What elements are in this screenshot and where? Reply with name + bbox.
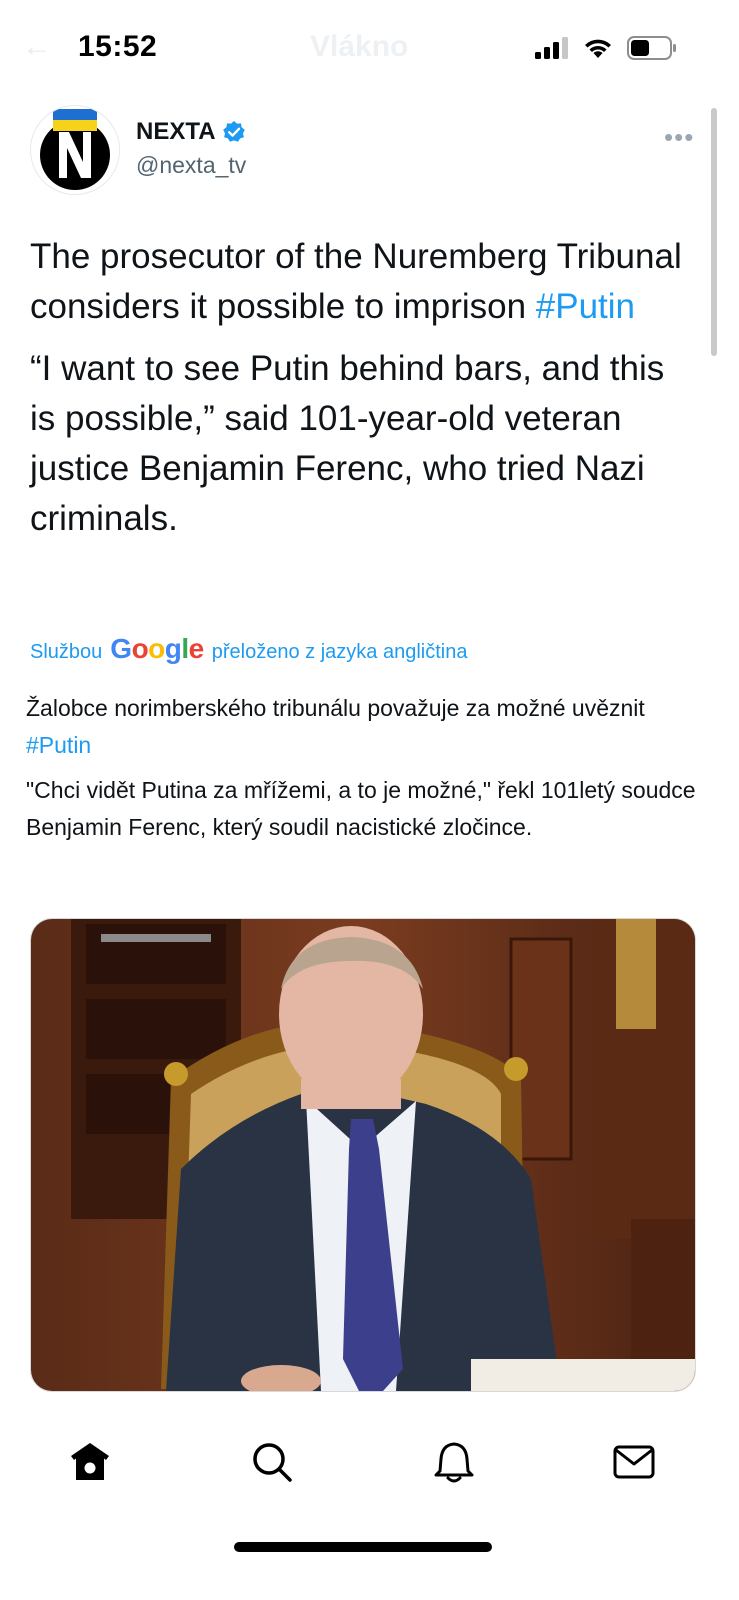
avatar[interactable] (30, 105, 120, 195)
google-logo: Google (110, 633, 204, 664)
verified-badge-icon (222, 121, 245, 142)
photo-image (31, 919, 695, 1391)
translated-paragraph-1: Žalobce norimberského tribunálu považuje… (26, 690, 706, 764)
tweet-text: The prosecutor of the Nuremberg Tribunal… (30, 232, 690, 544)
status-time: 15:52 (78, 30, 158, 63)
notifications-icon (434, 1442, 474, 1483)
search-icon (253, 1443, 292, 1482)
translated-paragraph-1-text: Žalobce norimberského tribunálu považuje… (26, 695, 645, 721)
translation-prefix: Službou (30, 641, 103, 663)
scrollbar[interactable] (711, 108, 717, 356)
thread-title: Vlákno (310, 30, 409, 63)
author-name-text[interactable]: NEXTA (136, 118, 216, 146)
translated-text: Žalobce norimberského tribunálu považuje… (26, 690, 706, 846)
bottom-tab-bar (0, 1410, 739, 1510)
battery-icon (627, 36, 676, 60)
wifi-icon (585, 39, 611, 58)
more-options-icon[interactable]: ••• (664, 122, 694, 153)
tab-notifications[interactable] (432, 1440, 476, 1484)
translated-hashtag-link[interactable]: #Putin (26, 732, 91, 758)
cellular-signal-icon (535, 37, 568, 59)
translation-attribution[interactable]: Službou Google přeloženo z jazyka anglič… (30, 633, 467, 665)
hashtag-link[interactable]: #Putin (536, 287, 635, 326)
tab-messages[interactable] (612, 1440, 656, 1484)
tweet-paragraph-1: The prosecutor of the Nuremberg Tribunal… (30, 232, 690, 332)
translated-paragraph-2: "Chci vidět Putina za mřížemi, a to je m… (26, 777, 696, 840)
tweet-paragraph-2: “I want to see Putin behind bars, and th… (30, 349, 665, 538)
tab-search[interactable] (250, 1440, 294, 1484)
status-bar: ← Vlákno 15:52 (0, 0, 739, 96)
home-indicator[interactable] (234, 1542, 492, 1552)
translation-suffix: přeloženo z jazyka angličtina (211, 641, 468, 663)
tab-home[interactable] (68, 1440, 112, 1484)
tweet-photo[interactable] (30, 918, 696, 1392)
author-name[interactable]: NEXTA (136, 118, 246, 146)
author-handle[interactable]: @nexta_tv (136, 152, 246, 179)
status-icons (535, 36, 677, 60)
back-arrow-icon[interactable]: ← (22, 30, 52, 64)
messages-icon (613, 1445, 655, 1479)
nexta-logo-icon (31, 106, 119, 194)
home-icon (71, 1443, 109, 1480)
